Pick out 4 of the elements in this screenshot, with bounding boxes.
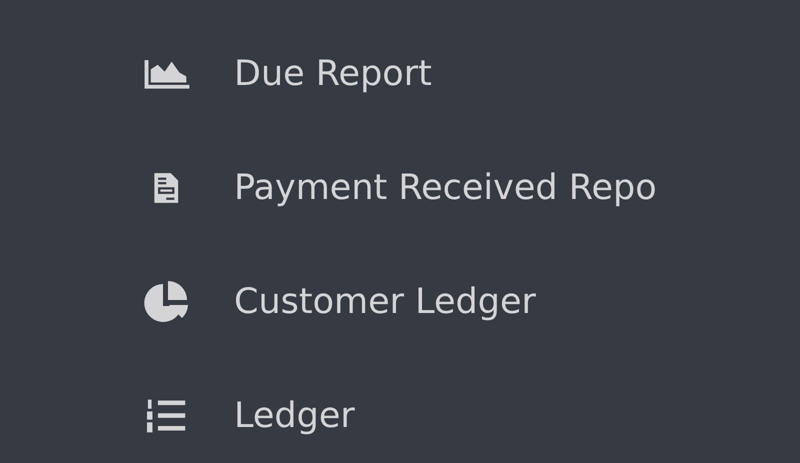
sidebar-item[interactable]: Payment Received Repo xyxy=(136,158,800,218)
sidebar-item[interactable]: Customer Ledger xyxy=(136,272,800,332)
sidebar-item[interactable]: Ledger xyxy=(136,386,800,446)
sidebar-item[interactable]: Due Report xyxy=(136,44,800,104)
